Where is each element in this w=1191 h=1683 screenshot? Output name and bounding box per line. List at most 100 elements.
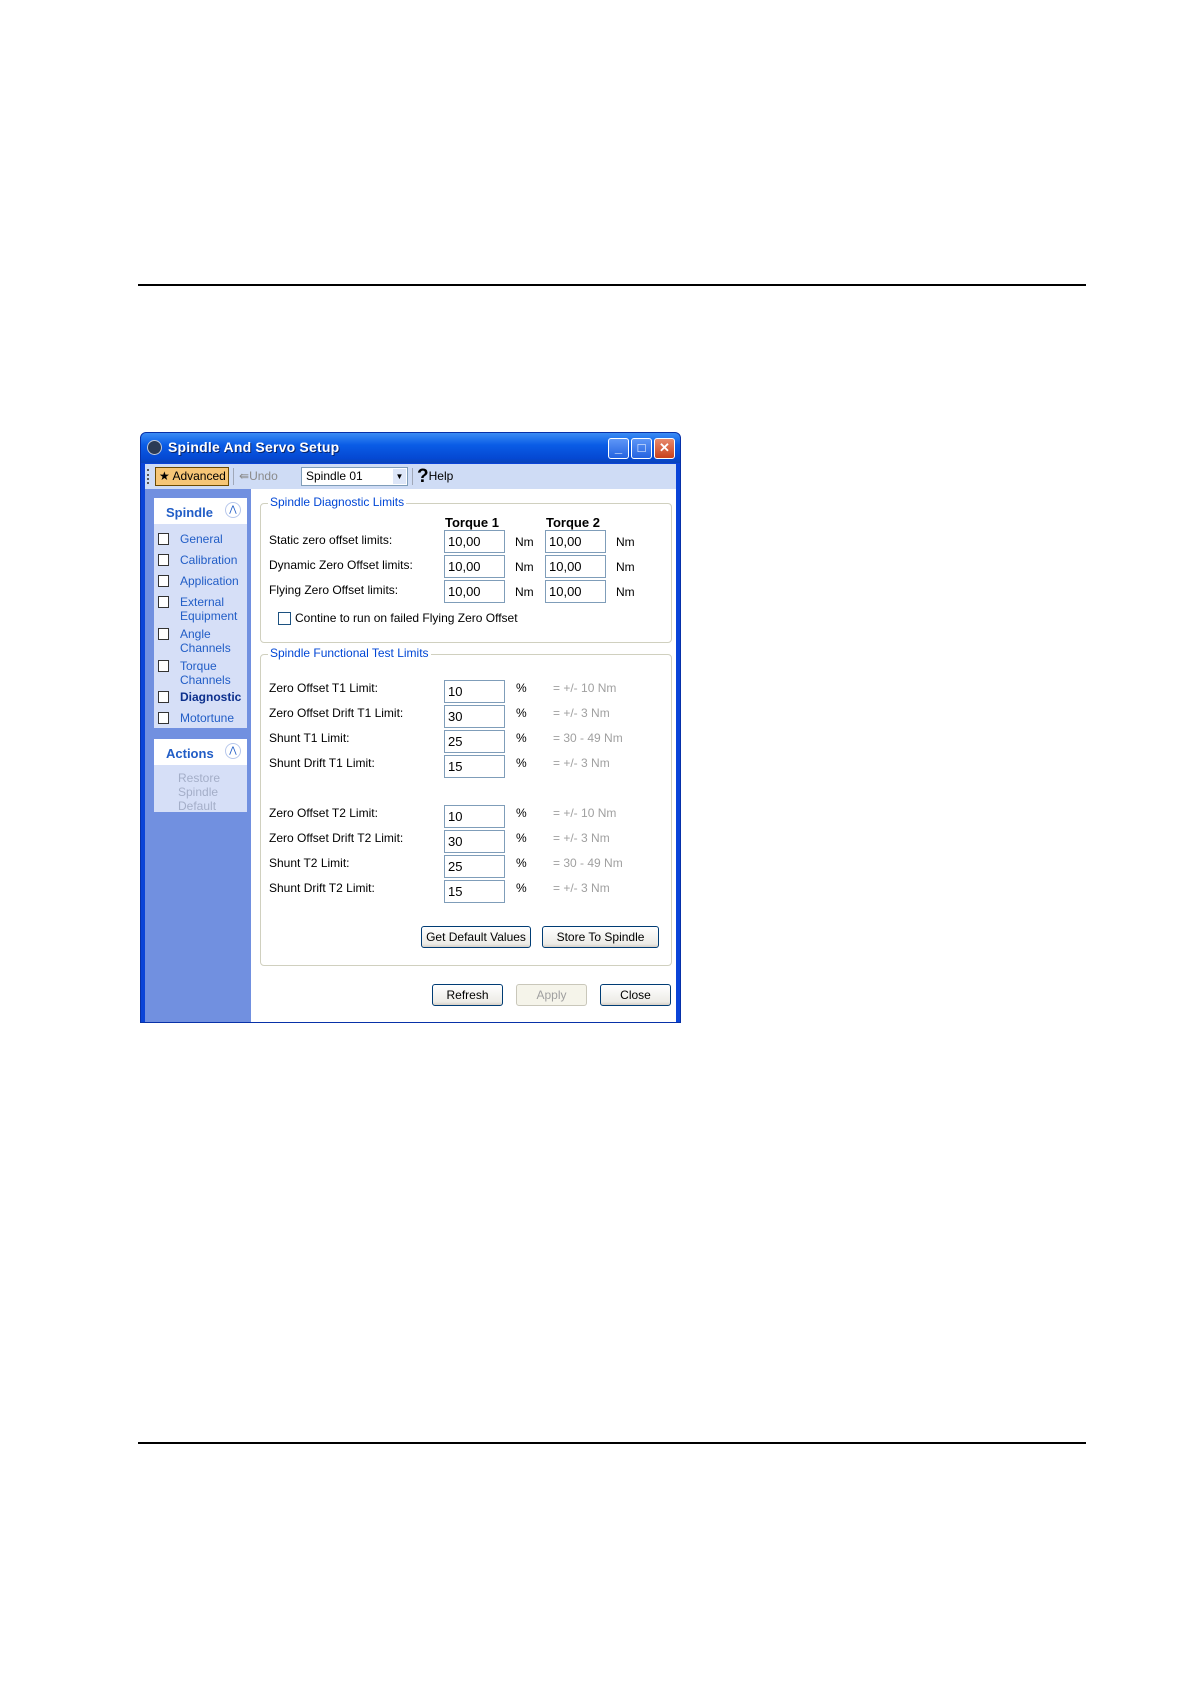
bottom-rule: [138, 1442, 1086, 1444]
actions-panel-title: Actions: [166, 746, 214, 761]
zero-offset-drift-t2-input[interactable]: 30: [444, 830, 505, 853]
percent-label: %: [516, 731, 527, 745]
percent-label: %: [516, 881, 527, 895]
percent-label: %: [516, 706, 527, 720]
star-icon: ★: [159, 469, 170, 483]
help-question-icon: ?: [417, 466, 429, 487]
main-content: Spindle Diagnostic Limits Torque 1 Torqu…: [251, 489, 676, 1022]
chevron-down-icon[interactable]: ▼: [393, 469, 406, 484]
hint-text: = 30 - 49 Nm: [553, 856, 623, 870]
minimize-button[interactable]: _: [608, 438, 629, 459]
row-label: Zero Offset Drift T2 Limit:: [269, 831, 404, 845]
get-default-values-button[interactable]: Get Default Values: [421, 926, 531, 948]
row-label: Flying Zero Offset limits:: [269, 583, 399, 597]
shunt-drift-t2-input[interactable]: 15: [444, 880, 505, 903]
shunt-t2-input[interactable]: 25: [444, 855, 505, 878]
spindle-panel-title: Spindle: [166, 505, 213, 520]
advanced-button[interactable]: ★ Advanced: [155, 467, 229, 486]
app-icon: [147, 440, 162, 455]
help-button[interactable]: ?Help: [417, 466, 453, 488]
zero-offset-drift-t1-input[interactable]: 30: [444, 705, 505, 728]
sidebar-item-label: Torque Channels: [180, 659, 231, 687]
row-label: Shunt Drift T1 Limit:: [269, 756, 375, 770]
apply-button[interactable]: Apply: [516, 984, 587, 1006]
page-icon: [158, 533, 169, 545]
sidebar-item-label: Application: [180, 574, 239, 588]
percent-label: %: [516, 806, 527, 820]
flying-zero-offset-t2-input[interactable]: 10,00: [545, 580, 606, 603]
page-icon: [158, 712, 169, 724]
spindle-servo-window: Spindle And Servo Setup _ □ ✕ ★ Advanced…: [140, 432, 681, 1023]
toolbar-grip[interactable]: [147, 469, 151, 484]
unit-label: Nm: [515, 535, 534, 549]
page-icon: [158, 575, 169, 587]
shunt-t1-input[interactable]: 25: [444, 730, 505, 753]
page-icon: [158, 628, 169, 640]
sidebar-item-label: Motortune: [180, 711, 235, 725]
actions-panel: Actions ⋀ Restore Spindle Default: [154, 739, 247, 813]
hint-text: = +/- 10 Nm: [553, 681, 617, 695]
unit-label: Nm: [616, 560, 635, 574]
close-window-button[interactable]: ✕: [654, 438, 675, 459]
undo-button[interactable]: ⇚Undo: [239, 469, 278, 483]
hint-text: = +/- 3 Nm: [553, 706, 610, 720]
percent-label: %: [516, 856, 527, 870]
collapse-chevron-icon[interactable]: ⋀: [225, 743, 241, 759]
row-label: Shunt T1 Limit:: [269, 731, 350, 745]
functional-test-limits-group: Spindle Functional Test Limits Zero Offs…: [260, 646, 672, 966]
row-label: Zero Offset T1 Limit:: [269, 681, 378, 695]
flying-zero-offset-t1-input[interactable]: 10,00: [444, 580, 505, 603]
unit-label: Nm: [515, 585, 534, 599]
group-title: Spindle Diagnostic Limits: [268, 495, 407, 509]
zero-offset-t2-input[interactable]: 10: [444, 805, 505, 828]
row-label: Dynamic Zero Offset limits:: [269, 558, 413, 572]
group-title: Spindle Functional Test Limits: [268, 646, 431, 660]
continue-on-failed-checkbox[interactable]: [278, 612, 291, 625]
advanced-label: Advanced: [172, 469, 226, 483]
checkbox-label: Contine to run on failed Flying Zero Off…: [295, 611, 518, 625]
page-icon: [158, 554, 169, 566]
unit-label: Nm: [515, 560, 534, 574]
row-label: Zero Offset T2 Limit:: [269, 806, 378, 820]
row-label: Static zero offset limits:: [269, 533, 393, 547]
static-zero-offset-t1-input[interactable]: 10,00: [444, 530, 505, 553]
spindle-select-value: Spindle 01: [306, 469, 363, 483]
spindle-panel: Spindle ⋀ General Calibration Applicatio…: [154, 498, 247, 728]
shunt-drift-t1-input[interactable]: 15: [444, 755, 505, 778]
page-icon: [158, 660, 169, 672]
close-icon: ✕: [659, 440, 670, 455]
percent-label: %: [516, 756, 527, 770]
unit-label: Nm: [616, 585, 635, 599]
store-to-spindle-button[interactable]: Store To Spindle: [542, 926, 659, 948]
dynamic-zero-offset-t2-input[interactable]: 10,00: [545, 555, 606, 578]
spindle-panel-header[interactable]: Spindle ⋀: [154, 498, 247, 524]
toolbar-separator: [412, 468, 413, 485]
restore-spindle-default-action[interactable]: Restore Spindle Default: [178, 771, 238, 813]
maximize-button[interactable]: □: [631, 438, 652, 459]
title-bar[interactable]: Spindle And Servo Setup _ □ ✕: [141, 433, 680, 463]
maximize-icon: □: [637, 440, 646, 455]
hint-text: = +/- 3 Nm: [553, 756, 610, 770]
spindle-select[interactable]: Spindle 01 ▼: [301, 467, 408, 486]
torque1-column-header: Torque 1: [445, 515, 499, 530]
percent-label: %: [516, 681, 527, 695]
close-button[interactable]: Close: [600, 984, 671, 1006]
sidebar-item-label: Calibration: [180, 553, 238, 567]
diagnostic-limits-group: Spindle Diagnostic Limits Torque 1 Torqu…: [260, 495, 672, 643]
top-rule: [138, 284, 1086, 286]
refresh-button[interactable]: Refresh: [432, 984, 503, 1006]
zero-offset-t1-input[interactable]: 10: [444, 680, 505, 703]
window-title: Spindle And Servo Setup: [168, 439, 340, 455]
sidebar-item-label: General: [180, 532, 223, 546]
actions-panel-header[interactable]: Actions ⋀: [154, 739, 247, 765]
static-zero-offset-t2-input[interactable]: 10,00: [545, 530, 606, 553]
percent-label: %: [516, 831, 527, 845]
dynamic-zero-offset-t1-input[interactable]: 10,00: [444, 555, 505, 578]
sidebar-item-label: Angle Channels: [180, 627, 231, 655]
hint-text: = +/- 3 Nm: [553, 831, 610, 845]
row-label: Shunt Drift T2 Limit:: [269, 881, 375, 895]
row-label: Shunt T2 Limit:: [269, 856, 350, 870]
sidebar: Spindle ⋀ General Calibration Applicatio…: [145, 489, 251, 1022]
undo-label: Undo: [249, 469, 278, 483]
collapse-chevron-icon[interactable]: ⋀: [225, 502, 241, 518]
